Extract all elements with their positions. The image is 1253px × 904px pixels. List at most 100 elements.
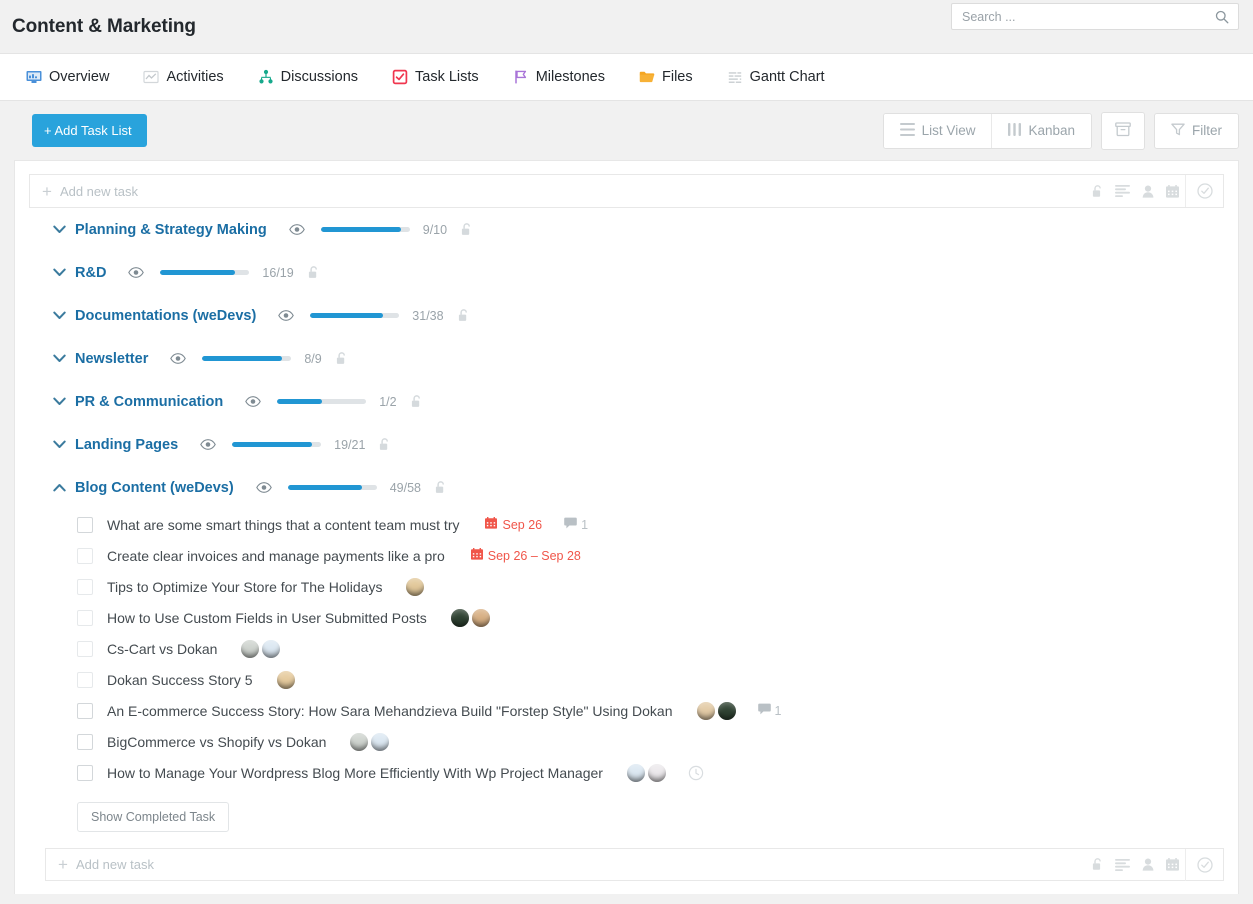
chevron-down-icon[interactable] [53,354,75,363]
chevron-down-icon[interactable] [53,311,75,320]
privacy-eye-icon[interactable] [128,267,145,278]
task-list-header-documentations-wedevs[interactable]: Documentations (weDevs) 31/38 [15,294,1238,337]
user-icon[interactable] [1135,185,1160,198]
task-title[interactable]: Cs-Cart vs Dokan [107,641,217,657]
lock-open-icon[interactable] [336,352,347,365]
filter-button[interactable]: Filter [1155,113,1238,148]
privacy-eye-icon[interactable] [288,224,305,235]
tab-discussions[interactable]: Discussions [258,69,358,85]
avatar[interactable] [276,670,295,689]
add-new-task-placeholder-top[interactable]: Add new task [60,184,1085,199]
lock-open-icon[interactable] [379,438,390,451]
task-title[interactable]: How to Use Custom Fields in User Submitt… [107,610,427,626]
add-task-list-button[interactable]: + Add Task List [32,114,147,147]
tab-task-lists[interactable]: Task Lists [392,69,479,85]
task-title[interactable]: Tips to Optimize Your Store for The Holi… [107,579,382,595]
task-time-tracker-icon[interactable] [688,765,704,781]
task-due-date[interactable]: Sep 26 – Sep 28 [470,548,581,563]
task-checkbox[interactable] [77,671,93,688]
avatar[interactable] [717,701,736,720]
avatar[interactable] [241,639,260,658]
task-row[interactable]: How to Manage Your Wordpress Blog More E… [15,757,1238,788]
tab-activities[interactable]: Activities [143,69,224,85]
task-row[interactable]: Tips to Optimize Your Store for The Holi… [15,571,1238,602]
lock-open-icon[interactable] [411,395,422,408]
search-icon[interactable] [1215,10,1229,24]
lock-open-icon[interactable] [1085,184,1110,198]
task-due-date[interactable]: Sep 26 [485,517,542,532]
privacy-eye-icon[interactable] [200,439,216,450]
lock-open-icon[interactable] [458,309,469,322]
task-title[interactable]: Create clear invoices and manage payment… [107,548,445,564]
chevron-down-icon[interactable] [53,268,75,277]
task-list-header-pr-communication[interactable]: PR & Communication 1/2 [15,380,1238,423]
task-list-title[interactable]: Newsletter [75,351,148,367]
task-checkbox[interactable] [77,764,93,781]
kanban-button[interactable]: Kanban [992,113,1091,148]
privacy-eye-icon[interactable] [245,396,262,407]
task-list-title[interactable]: Blog Content (weDevs) [75,480,234,496]
align-left-icon[interactable] [1110,858,1135,871]
task-checkbox[interactable] [77,516,93,533]
chevron-up-icon[interactable] [53,483,75,492]
avatar[interactable] [450,608,469,627]
add-new-task-row-bottom[interactable]: + Add new task [45,848,1224,881]
task-comment-count[interactable]: 1 [757,703,781,718]
task-title[interactable]: How to Manage Your Wordpress Blog More E… [107,765,603,781]
task-list-title[interactable]: PR & Communication [75,394,223,410]
task-list-title[interactable]: Documentations (weDevs) [75,308,256,324]
add-task-submit-button-bottom[interactable] [1185,848,1223,881]
avatar[interactable] [371,732,390,751]
lock-open-icon[interactable] [1085,858,1110,871]
task-title[interactable]: BigCommerce vs Shopify vs Dokan [107,734,326,750]
tab-gantt-chart[interactable]: Gantt Chart [727,69,825,85]
task-checkbox[interactable] [77,547,93,564]
task-row[interactable]: BigCommerce vs Shopify vs Dokan [15,726,1238,757]
task-checkbox[interactable] [77,578,93,595]
task-row[interactable]: What are some smart things that a conten… [15,509,1238,540]
task-list-title[interactable]: Planning & Strategy Making [75,222,267,238]
task-checkbox[interactable] [77,733,93,750]
task-checkbox[interactable] [77,702,93,719]
task-list-header-landing-pages[interactable]: Landing Pages 19/21 [15,423,1238,466]
chevron-down-icon[interactable] [53,397,75,406]
chevron-down-icon[interactable] [53,440,75,449]
privacy-eye-icon[interactable] [170,353,187,364]
task-list-header-newsletter[interactable]: Newsletter 8/9 [15,337,1238,380]
task-title[interactable]: Dokan Success Story 5 [107,672,253,688]
tab-overview[interactable]: Overview [26,69,109,85]
task-row[interactable]: An E-commerce Success Story: How Sara Me… [15,695,1238,726]
show-completed-task-button[interactable]: Show Completed Task [77,802,230,832]
list-view-button[interactable]: List View [883,113,993,148]
privacy-eye-icon[interactable] [255,482,272,493]
lock-open-icon[interactable] [308,266,319,279]
add-new-task-row-top[interactable]: + Add new task [29,174,1224,208]
task-list-title[interactable]: R&D [75,265,106,281]
task-list-header-planning-strategy-making[interactable]: Planning & Strategy Making 9/10 [15,208,1238,251]
task-list-title[interactable]: Landing Pages [75,437,178,453]
add-task-submit-button-top[interactable] [1185,175,1223,207]
avatar[interactable] [696,701,715,720]
task-checkbox[interactable] [77,640,93,657]
task-list-header-blog-content-wedevs[interactable]: Blog Content (weDevs) 49/58 [15,466,1238,509]
lock-open-icon[interactable] [461,223,472,236]
task-row[interactable]: Cs-Cart vs Dokan [15,633,1238,664]
task-row[interactable]: How to Use Custom Fields in User Submitt… [15,602,1238,633]
align-left-icon[interactable] [1110,185,1135,197]
user-icon[interactable] [1135,858,1160,871]
task-row[interactable]: Create clear invoices and manage payment… [15,540,1238,571]
calendar-icon[interactable] [1160,184,1185,198]
lock-open-icon[interactable] [435,481,446,494]
avatar[interactable] [647,763,666,782]
task-title[interactable]: What are some smart things that a conten… [107,517,459,533]
avatar[interactable] [262,639,281,658]
avatar[interactable] [471,608,490,627]
chevron-down-icon[interactable] [53,225,75,234]
archive-button[interactable] [1102,112,1144,149]
tab-milestones[interactable]: Milestones [513,69,605,85]
calendar-icon[interactable] [1160,858,1185,871]
add-new-task-placeholder-bottom[interactable]: Add new task [76,857,1085,872]
tab-files[interactable]: Files [639,69,693,85]
task-title[interactable]: An E-commerce Success Story: How Sara Me… [107,703,673,719]
task-checkbox[interactable] [77,609,93,626]
